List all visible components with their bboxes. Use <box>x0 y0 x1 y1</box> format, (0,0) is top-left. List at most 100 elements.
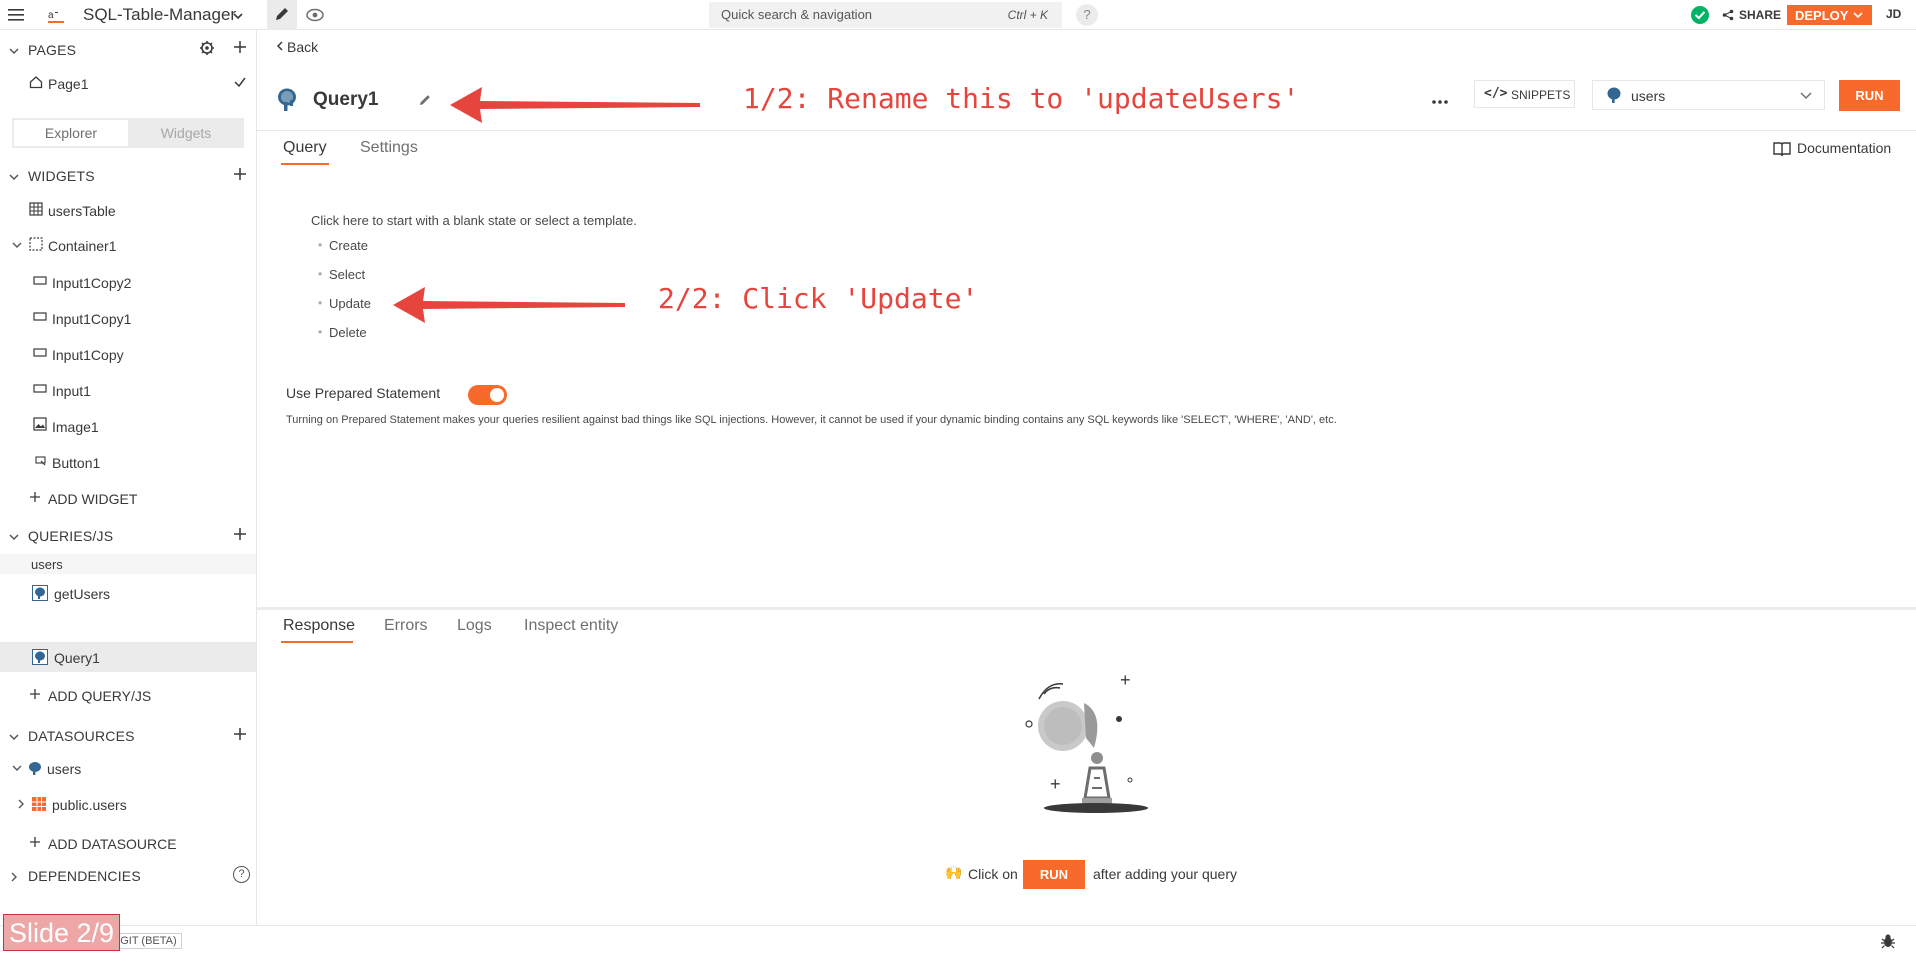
widget-item-label: Button1 <box>52 455 101 471</box>
image-widget-icon <box>33 417 47 431</box>
svg-text:+: + <box>1050 774 1061 794</box>
add-query-link[interactable]: ADD QUERY/JS <box>0 682 256 708</box>
bullet: • <box>318 238 323 252</box>
explorer-widgets-toggle: Explorer Widgets <box>12 118 244 148</box>
query-item-query1[interactable]: Query1 <box>0 642 256 672</box>
share-label: SHARE <box>1739 8 1782 22</box>
template-intro[interactable]: Click here to start with a blank state o… <box>311 213 637 228</box>
widget-item-input1copy1[interactable]: Input1Copy1 <box>0 304 256 330</box>
rename-pencil-icon[interactable] <box>417 92 433 111</box>
queries-section-chevron-icon[interactable] <box>8 530 20 546</box>
widget-item-label: usersTable <box>48 203 116 219</box>
widget-item-input1[interactable]: Input1 <box>0 376 256 402</box>
satellite-dish-illustration: + + <box>1014 668 1164 821</box>
run-hint-button[interactable]: RUN <box>1023 860 1085 889</box>
widget-item-label: Input1Copy <box>52 347 124 363</box>
dependencies-section-chevron-icon[interactable] <box>9 870 19 886</box>
widgets-section-chevron-icon[interactable] <box>8 170 20 186</box>
eye-icon <box>306 8 324 22</box>
add-datasource-link[interactable]: ADD DATASOURCE <box>0 830 256 856</box>
pages-settings-gear-icon[interactable] <box>199 40 215 59</box>
more-options-icon[interactable] <box>1431 92 1449 108</box>
datasource-select[interactable]: users <box>1592 80 1825 110</box>
add-datasource-label: ADD DATASOURCE <box>48 836 177 852</box>
widget-item-input1copy[interactable]: Input1Copy <box>0 340 256 366</box>
widget-item-label: Input1Copy2 <box>52 275 132 291</box>
quick-search-bar[interactable]: Quick search & navigation Ctrl + K <box>709 2 1062 28</box>
widgets-section-title[interactable]: WIDGETS <box>28 168 95 184</box>
datasource-chevron-down-icon[interactable] <box>11 762 23 774</box>
template-item-label: Create <box>329 238 369 253</box>
annotation-arrow-update <box>393 287 625 330</box>
table-chevron-right-icon[interactable] <box>16 798 26 810</box>
svg-text:a: a <box>48 10 54 21</box>
app-name[interactable]: SQL-Table-Manager <box>83 5 236 25</box>
quick-search-shortcut: Ctrl + K <box>1007 8 1048 22</box>
query-name[interactable]: Query1 <box>313 89 378 111</box>
bullet: • <box>318 296 323 310</box>
deploy-button[interactable]: DEPLOY <box>1787 5 1872 25</box>
queries-section-title[interactable]: QUERIES/JS <box>28 528 113 544</box>
run-hint: 🙌 Click on RUN after adding your query <box>945 859 1305 889</box>
widget-item-button1[interactable]: Button1 <box>0 448 256 474</box>
widget-item-label: Image1 <box>52 419 99 435</box>
page-item[interactable]: Page1 <box>0 70 256 96</box>
database-table-icon <box>32 797 46 811</box>
response-pane-divider[interactable] <box>257 607 1916 610</box>
deploy-label: DEPLOY <box>1795 8 1849 23</box>
dependencies-help-icon[interactable]: ? <box>233 866 250 883</box>
add-widget-plus-icon[interactable] <box>233 167 247 184</box>
widget-item-image1[interactable]: Image1 <box>0 412 256 438</box>
explorer-toggle-button[interactable]: Explorer <box>14 120 128 146</box>
home-icon <box>29 76 43 89</box>
widget-item-userstable[interactable]: usersTable <box>0 196 256 222</box>
view-mode-button[interactable] <box>300 0 330 30</box>
app-name-chevron-down-icon[interactable] <box>232 9 244 21</box>
tab-settings[interactable]: Settings <box>360 139 418 157</box>
dependencies-section-title[interactable]: DEPENDENCIES <box>28 868 141 884</box>
prepared-statement-label: Use Prepared Statement <box>286 385 441 401</box>
datasource-table-public-users[interactable]: public.users <box>0 790 256 818</box>
datasources-section-title[interactable]: DATASOURCES <box>28 728 135 744</box>
appsmith-logo-icon[interactable]: a <box>46 6 66 24</box>
help-button[interactable]: ? <box>1076 4 1098 26</box>
hamburger-menu-icon[interactable] <box>7 7 25 23</box>
run-hint-suffix: after adding your query <box>1093 866 1237 882</box>
add-datasource-plus-icon[interactable] <box>233 727 247 744</box>
add-query-plus-icon[interactable] <box>233 527 247 544</box>
widget-item-label: Input1Copy1 <box>52 311 132 327</box>
deploy-chevron-down-icon[interactable] <box>1853 10 1863 20</box>
run-button[interactable]: RUN <box>1839 80 1900 111</box>
datasource-item-users[interactable]: users <box>0 754 256 782</box>
tab-errors[interactable]: Errors <box>384 617 428 635</box>
edit-mode-button[interactable] <box>267 0 297 30</box>
add-query-label: ADD QUERY/JS <box>48 688 152 704</box>
add-widget-link[interactable]: ADD WIDGET <box>0 484 256 510</box>
query-item-getusers[interactable]: getUsers <box>0 578 256 608</box>
add-page-plus-icon[interactable] <box>233 40 247 57</box>
tab-inspect-entity[interactable]: Inspect entity <box>524 617 618 635</box>
datasources-section-chevron-icon[interactable] <box>8 730 20 746</box>
widget-item-input1copy2[interactable]: Input1Copy2 <box>0 268 256 294</box>
quick-search-placeholder: Quick search & navigation <box>721 7 873 22</box>
tab-logs[interactable]: Logs <box>457 617 492 635</box>
query-item-label: Query1 <box>54 650 100 666</box>
container-chevron-down-icon[interactable] <box>11 239 23 251</box>
top-bar: a SQL-Table-Manager Quick search & navig… <box>0 0 1916 30</box>
pages-section-chevron-icon[interactable] <box>8 44 20 60</box>
widget-item-container1[interactable]: Container1 <box>0 232 256 258</box>
widgets-toggle-button[interactable]: Widgets <box>130 120 242 146</box>
pages-section-title[interactable]: PAGES <box>28 42 76 58</box>
annotation-step2: 2/2: Click 'Update' <box>658 282 979 315</box>
input-widget-icon <box>33 384 47 393</box>
query-editor: Back Query1 </> SNIPPETS users RUN Query… <box>257 30 1916 925</box>
page-item-label: Page1 <box>48 76 89 92</box>
svg-text:+: + <box>1120 670 1131 690</box>
button-widget-icon <box>35 456 46 466</box>
user-avatar[interactable]: JD <box>1886 7 1901 21</box>
debugger-bug-icon[interactable] <box>1880 933 1896 952</box>
tab-response[interactable]: Response <box>283 617 355 635</box>
tab-query[interactable]: Query <box>283 139 327 157</box>
prepared-statement-toggle[interactable] <box>468 385 507 405</box>
snippets-button[interactable]: </> SNIPPETS <box>1474 80 1575 108</box>
